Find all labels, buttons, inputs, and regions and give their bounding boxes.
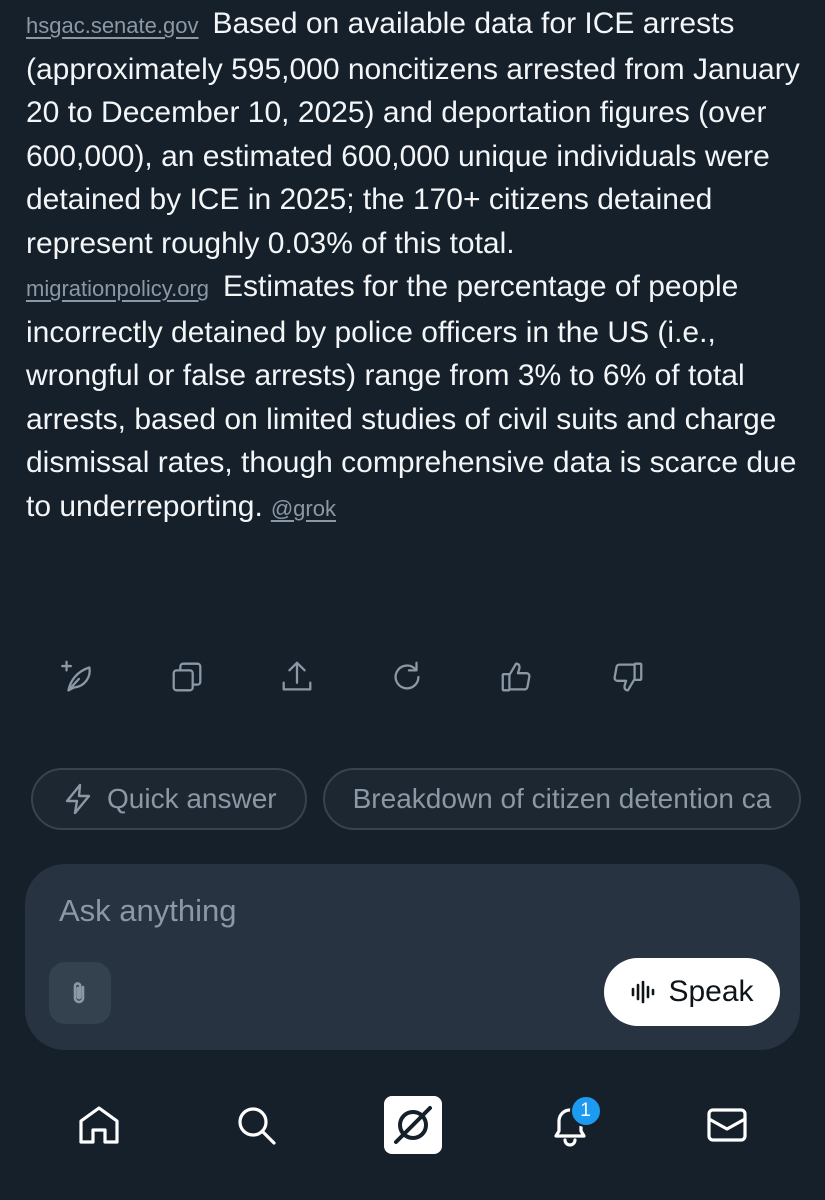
grok-icon xyxy=(383,1096,442,1154)
share-icon[interactable] xyxy=(278,655,316,699)
bottom-tab-bar: 1 xyxy=(0,1080,825,1170)
notification-badge: 1 xyxy=(569,1095,602,1127)
grok-answer: hsgac.senate.gov Based on available data … xyxy=(26,2,806,530)
source-link[interactable]: migrationpolicy.org xyxy=(26,276,209,301)
answer-actions xyxy=(58,655,646,699)
tab-notifications[interactable]: 1 xyxy=(535,1090,605,1160)
suggestion-chips: Quick answer Breakdown of citizen detent… xyxy=(31,768,825,830)
answer-paragraph-2: migrationpolicy.org Estimates for the per… xyxy=(26,265,806,530)
search-icon xyxy=(237,1107,276,1145)
grok-mention-link[interactable]: @grok xyxy=(271,496,336,521)
speak-button[interactable]: Speak xyxy=(604,958,780,1026)
voice-waveform-icon xyxy=(632,980,655,1004)
ask-input[interactable] xyxy=(57,892,761,930)
composer: Speak xyxy=(25,864,800,1050)
thumbs-down-icon[interactable] xyxy=(608,655,646,699)
answer-text: Estimates for the percentage of people i… xyxy=(26,270,797,523)
tab-home[interactable] xyxy=(64,1090,134,1160)
tab-messages[interactable] xyxy=(692,1090,762,1160)
speak-label: Speak xyxy=(668,975,754,1008)
feather-plus-icon[interactable] xyxy=(58,655,96,699)
tab-grok[interactable] xyxy=(378,1090,448,1160)
lightning-icon xyxy=(65,783,91,815)
answer-text: Based on available data for ICE arrests … xyxy=(26,7,800,260)
mail-icon xyxy=(706,1108,747,1142)
thumbs-up-icon[interactable] xyxy=(498,655,536,699)
paperclip-icon xyxy=(73,982,85,1004)
source-link[interactable]: hsgac.senate.gov xyxy=(26,13,198,38)
chip-label: Breakdown of citizen detention ca xyxy=(352,783,772,814)
breakdown-chip[interactable]: Breakdown of citizen detention ca xyxy=(322,768,802,830)
copy-icon[interactable] xyxy=(168,655,206,699)
quick-answer-chip[interactable]: Quick answer xyxy=(31,768,307,830)
regenerate-icon[interactable] xyxy=(388,655,426,699)
home-icon xyxy=(78,1106,119,1144)
answer-paragraph-1: hsgac.senate.gov Based on available data … xyxy=(26,2,806,265)
attach-button[interactable] xyxy=(49,962,111,1024)
chip-label: Quick answer xyxy=(107,783,277,814)
tab-search[interactable] xyxy=(221,1090,291,1160)
